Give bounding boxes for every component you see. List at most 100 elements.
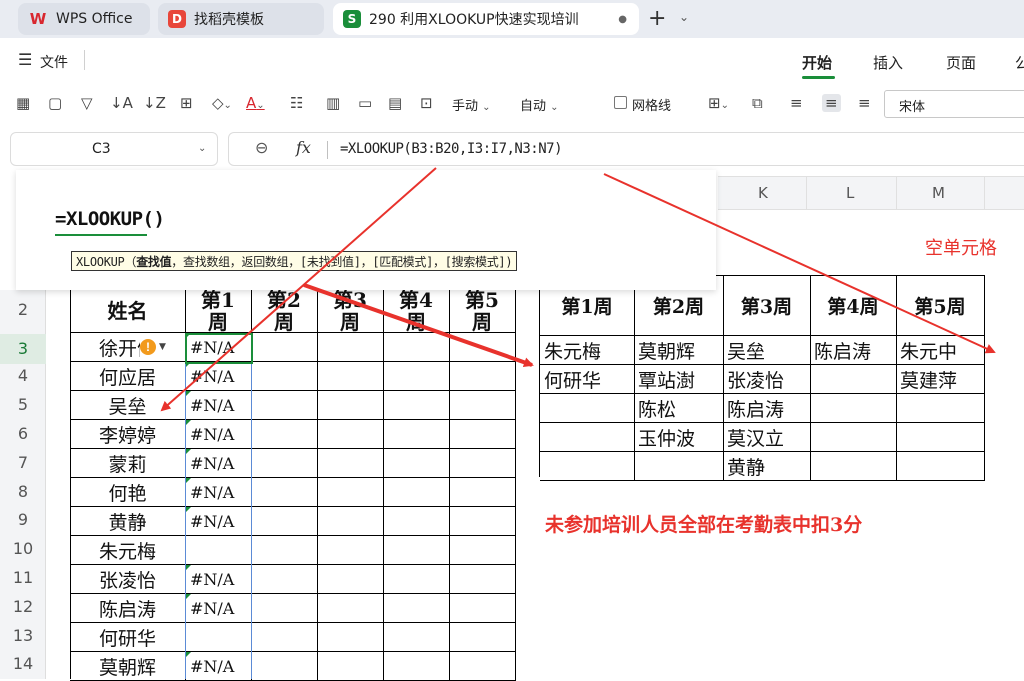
week-cell[interactable] xyxy=(317,507,384,536)
week-cell[interactable] xyxy=(449,362,516,391)
name-cell[interactable]: 何研华 xyxy=(70,623,186,652)
name-cell[interactable]: 朱元梅 xyxy=(70,536,186,565)
name-cell[interactable]: 陈启涛 xyxy=(70,594,186,623)
ribbon-tab-insert[interactable]: 插入 xyxy=(873,52,903,73)
ribbon-tab-page[interactable]: 页面 xyxy=(946,52,976,73)
manual-calc-dropdown[interactable]: 手动 ⌄ xyxy=(452,95,491,114)
right-data-cell[interactable]: 张凌怡 xyxy=(723,365,811,394)
week-cell[interactable] xyxy=(383,420,450,449)
week-cell[interactable] xyxy=(251,362,318,391)
week-cell[interactable] xyxy=(317,652,384,681)
tab-docer-templates[interactable]: D 找稻壳模板 xyxy=(158,3,324,35)
week-cell[interactable] xyxy=(251,333,318,362)
new-tab-plus-icon[interactable]: + xyxy=(648,6,666,31)
recalc-icon[interactable]: ⊡ xyxy=(420,94,433,112)
row-header[interactable]: 2 xyxy=(0,300,46,319)
week-cell[interactable] xyxy=(449,333,516,362)
week-cell[interactable] xyxy=(251,478,318,507)
merge-icon[interactable]: ▥ xyxy=(326,94,340,112)
table-style-icon[interactable]: ⊞⌄ xyxy=(708,94,729,115)
week-cell[interactable] xyxy=(383,507,450,536)
right-data-cell[interactable] xyxy=(540,452,635,481)
week-cell[interactable] xyxy=(251,594,318,623)
filter-icon[interactable]: ▽ xyxy=(81,94,93,112)
file-menu[interactable]: 文件 xyxy=(40,52,68,72)
right-data-cell[interactable]: 玉仲波 xyxy=(634,423,724,452)
right-data-cell[interactable]: 黄静 xyxy=(723,452,811,481)
name-cell[interactable]: 何艳 xyxy=(70,478,186,507)
week-cell[interactable] xyxy=(383,623,450,652)
week-cell[interactable] xyxy=(449,594,516,623)
week-cell[interactable] xyxy=(251,391,318,420)
row-header[interactable]: 6 xyxy=(0,424,46,443)
fill-color-icon[interactable]: ◇⌄ xyxy=(212,94,232,115)
week-cell[interactable] xyxy=(317,536,384,565)
week-cell[interactable] xyxy=(449,391,516,420)
right-data-cell[interactable]: 覃站澍 xyxy=(634,365,724,394)
right-data-cell[interactable]: 莫汉立 xyxy=(723,423,811,452)
row-header[interactable]: 7 xyxy=(0,453,46,472)
right-data-cell[interactable]: 吴垒 xyxy=(723,336,811,365)
row-header[interactable]: 8 xyxy=(0,482,46,501)
chevron-down-icon[interactable]: ⌄ xyxy=(198,143,206,154)
row-header[interactable]: 4 xyxy=(0,366,46,385)
zoom-icon[interactable]: ⊖ xyxy=(255,138,268,157)
split-icon[interactable]: ▤ xyxy=(388,94,402,112)
week-cell[interactable] xyxy=(317,478,384,507)
borders-icon[interactable]: ⊞ xyxy=(180,94,193,112)
left-header-cell[interactable]: 第2 周 xyxy=(251,290,318,333)
tab-close-dot-icon[interactable]: ● xyxy=(618,14,627,25)
week-cell[interactable] xyxy=(449,652,516,681)
week-cell[interactable] xyxy=(317,449,384,478)
tab-list-chevron-icon[interactable]: ⌄ xyxy=(679,10,689,24)
week-cell[interactable] xyxy=(251,449,318,478)
right-data-cell[interactable] xyxy=(810,394,897,423)
align-center-icon[interactable]: ≡ xyxy=(822,94,841,112)
right-data-cell[interactable] xyxy=(896,452,985,481)
gridlines-checkbox[interactable] xyxy=(614,96,627,109)
week-cell[interactable] xyxy=(383,652,450,681)
name-cell[interactable]: 李婷婷 xyxy=(70,420,186,449)
week-cell[interactable] xyxy=(251,536,318,565)
ribbon-tab-home[interactable]: 开始 xyxy=(802,52,832,73)
right-data-cell[interactable] xyxy=(896,423,985,452)
freeze-icon[interactable]: ▭ xyxy=(358,94,372,112)
week-cell[interactable] xyxy=(449,623,516,652)
auto-calc-dropdown[interactable]: 自动 ⌄ xyxy=(520,95,559,114)
right-data-cell[interactable] xyxy=(810,365,897,394)
tab-active-spreadsheet[interactable]: S 290 利用XLOOKUP快速实现培训 ● xyxy=(333,3,639,35)
week-cell[interactable] xyxy=(251,623,318,652)
week-cell[interactable] xyxy=(251,652,318,681)
right-data-cell[interactable] xyxy=(540,423,635,452)
row-header[interactable]: 10 xyxy=(0,539,46,558)
week-cell[interactable] xyxy=(317,420,384,449)
week-cell[interactable] xyxy=(317,333,384,362)
week-cell[interactable] xyxy=(449,449,516,478)
week-cell[interactable] xyxy=(449,536,516,565)
week-cell[interactable] xyxy=(383,333,450,362)
row-header[interactable]: 5 xyxy=(0,395,46,414)
week-cell[interactable] xyxy=(251,507,318,536)
align-right-icon[interactable]: ≡ xyxy=(858,94,871,112)
week-cell[interactable] xyxy=(383,362,450,391)
hamburger-menu-icon[interactable]: ☰ xyxy=(18,50,32,69)
right-data-cell[interactable]: 陈启涛 xyxy=(810,336,897,365)
sort-descending-icon[interactable]: ↓Z xyxy=(143,94,166,112)
clipboard-icon[interactable]: ▢ xyxy=(48,94,62,112)
name-cell[interactable]: 蒙莉 xyxy=(70,449,186,478)
name-box[interactable] xyxy=(10,132,218,166)
week-cell[interactable] xyxy=(317,623,384,652)
right-header-cell[interactable]: 第3周 xyxy=(723,276,811,336)
fx-icon[interactable]: fx xyxy=(296,138,311,157)
week-cell[interactable] xyxy=(317,594,384,623)
right-header-cell[interactable]: 第4周 xyxy=(810,276,897,336)
font-name-field[interactable]: 宋体 xyxy=(884,90,1024,118)
week-cell[interactable] xyxy=(449,507,516,536)
right-data-cell[interactable] xyxy=(634,452,724,481)
right-data-cell[interactable] xyxy=(810,452,897,481)
sort-ascending-icon[interactable]: ↓A xyxy=(110,94,133,112)
week-cell[interactable] xyxy=(317,362,384,391)
column-header-m[interactable]: M xyxy=(932,184,945,202)
name-cell[interactable]: 吴垒 xyxy=(70,391,186,420)
row-header[interactable]: 12 xyxy=(0,597,46,616)
